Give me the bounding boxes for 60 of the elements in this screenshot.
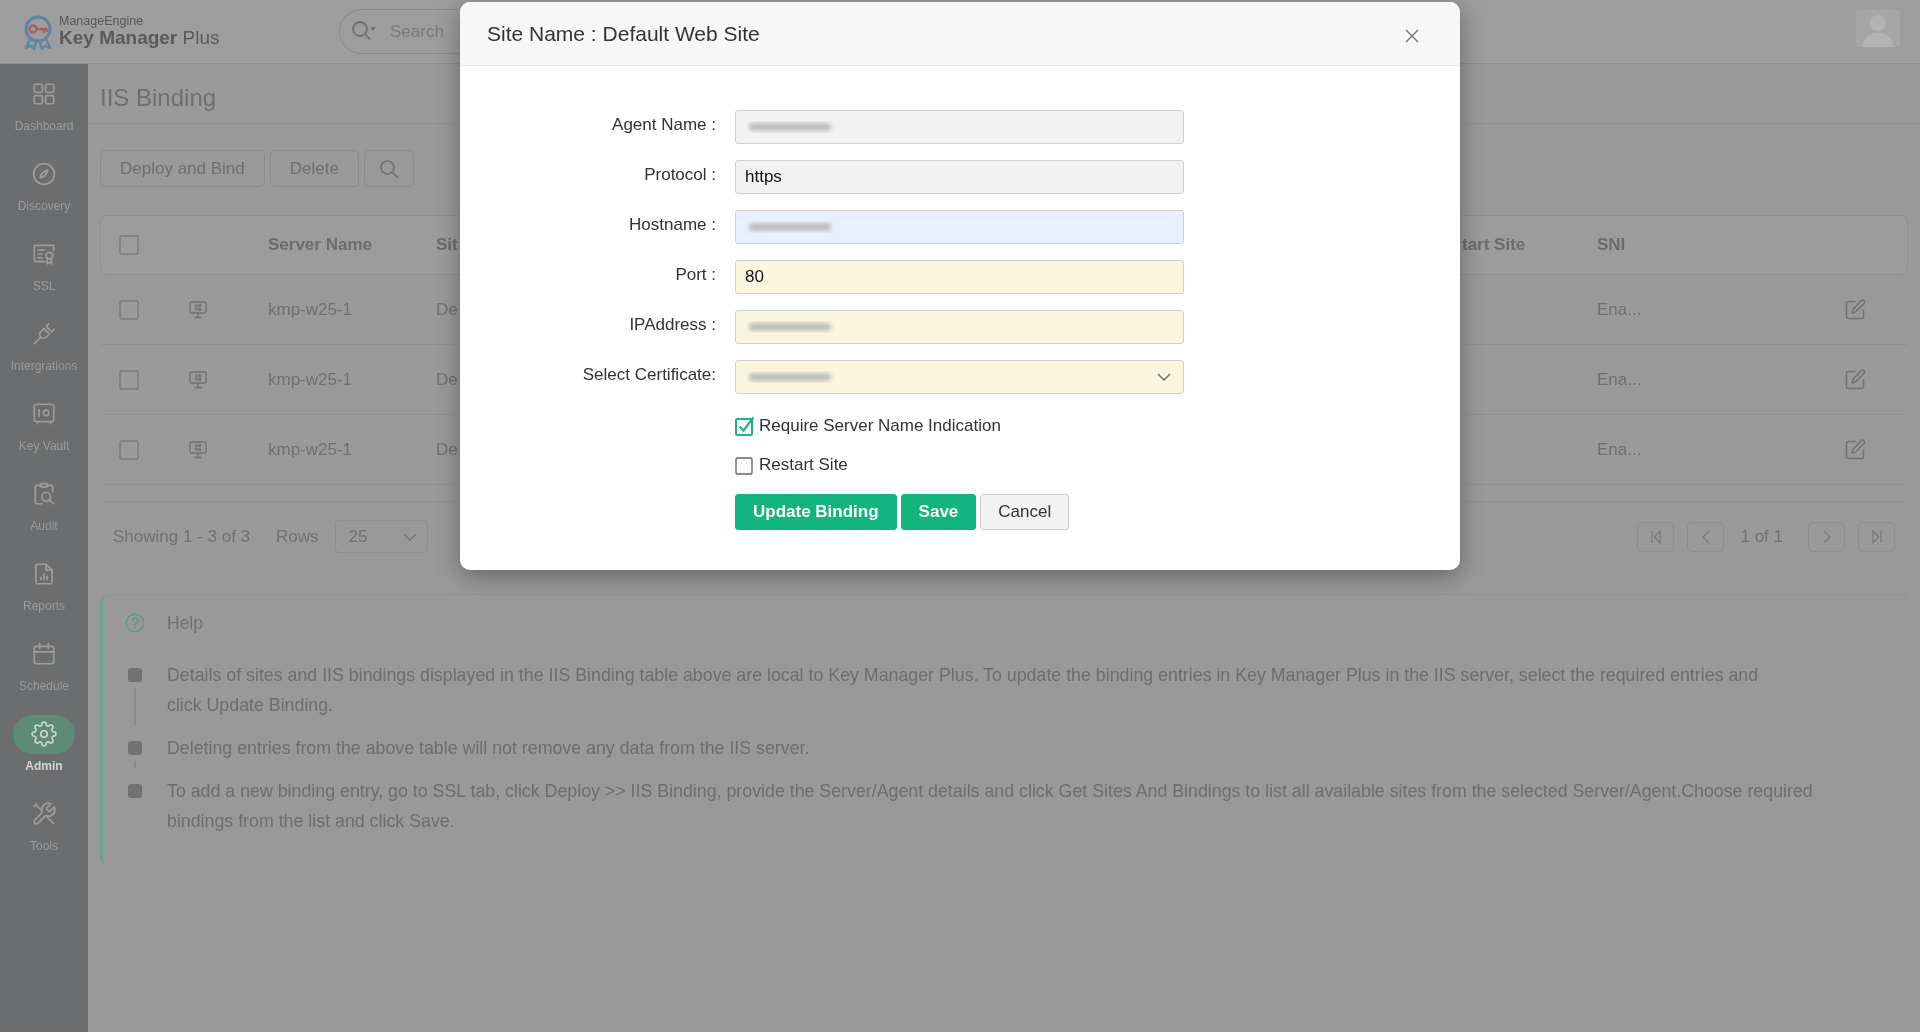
close-icon[interactable]	[1405, 29, 1419, 43]
safe-icon	[31, 401, 57, 427]
compass-icon	[31, 161, 57, 187]
checkbox-label: Require Server Name Indication	[759, 416, 1001, 436]
field-label: Protocol :	[643, 165, 716, 185]
windows-monitor-icon	[189, 300, 207, 319]
settings-icon	[13, 714, 75, 754]
certificate-icon	[31, 241, 57, 267]
select-field[interactable]	[735, 360, 1184, 394]
first-page-icon	[1650, 529, 1661, 544]
input-field[interactable]: 80	[735, 260, 1184, 294]
square-bullet-icon	[128, 668, 142, 682]
cancel-button[interactable]: Cancel	[980, 494, 1070, 530]
field-label: IPAddress :	[628, 315, 716, 335]
next-page-button[interactable]	[1808, 521, 1845, 552]
last-page-button[interactable]	[1858, 521, 1895, 552]
clipboard-search-icon	[31, 481, 57, 507]
last-page-icon	[1871, 529, 1882, 544]
tools-icon	[31, 801, 57, 827]
search-button[interactable]	[363, 150, 414, 187]
field-label: Port :	[674, 265, 716, 285]
edit-icon[interactable]	[1845, 439, 1866, 460]
field-label: Select Certificate:	[581, 365, 716, 385]
field-label: Hostname :	[628, 215, 716, 235]
product-name: Key Manager Plus	[59, 28, 220, 49]
sidebar-item[interactable]: Admin	[0, 704, 88, 784]
field-label: Agent Name :	[611, 115, 716, 135]
save-button[interactable]: Save	[900, 494, 977, 530]
chevron-down-icon	[402, 532, 417, 541]
input-field[interactable]	[735, 210, 1184, 244]
first-page-button[interactable]	[1637, 521, 1675, 552]
checkbox-label: Restart Site	[759, 455, 848, 475]
edit-icon[interactable]	[1845, 369, 1866, 390]
grid-icon	[31, 81, 57, 107]
help-icon	[125, 613, 145, 633]
update-binding-button[interactable]: Update Binding	[735, 494, 897, 530]
chevron-left-icon	[1701, 529, 1710, 544]
checkbox[interactable]	[119, 235, 139, 255]
checkbox[interactable]	[119, 299, 139, 320]
input-field[interactable]	[735, 310, 1184, 344]
input-field[interactable]	[735, 110, 1184, 144]
search-icon	[351, 20, 377, 42]
windows-monitor-icon	[189, 440, 207, 459]
square-bullet-icon	[128, 784, 142, 798]
windows-monitor-icon	[189, 370, 207, 389]
search-icon	[378, 158, 399, 179]
edit-icon[interactable]	[1845, 299, 1866, 320]
dialog-title: Site Name : Default Web Site	[487, 21, 760, 46]
chevron-down-icon	[1157, 373, 1171, 381]
chevron-right-icon	[1822, 529, 1831, 544]
input-field[interactable]: https	[735, 160, 1184, 194]
calendar-icon	[31, 641, 57, 667]
square-bullet-icon	[128, 741, 142, 755]
checkbox[interactable]	[119, 439, 139, 460]
previous-page-button[interactable]	[1687, 521, 1725, 552]
plug-icon	[31, 321, 57, 347]
checkbox[interactable]	[119, 369, 139, 390]
checkbox[interactable]	[735, 416, 755, 436]
brand-maker: ManageEngine	[59, 14, 145, 29]
checkbox[interactable]	[735, 455, 755, 475]
